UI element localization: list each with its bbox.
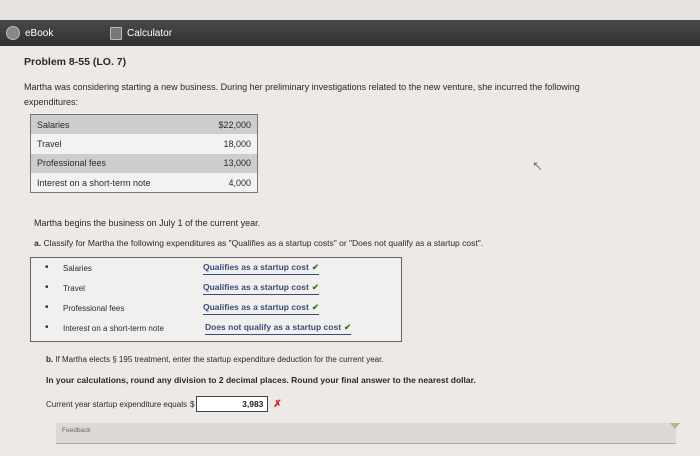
classification-box: • Salaries Qualifies as a startup cost ✔ … [30,257,402,342]
expenditure-amount: 4,000 [228,177,251,188]
cursor-icon: ⭦ [533,158,543,174]
table-row: Professional fees 13,000 [30,153,258,173]
expenditure-amount: 18,000 [223,138,251,149]
tab-ebook[interactable]: eBook [6,23,53,43]
business-start-text: Martha begins the business on July 1 of … [34,218,261,228]
bullet-icon: • [45,282,49,293]
incorrect-icon: ✗ [273,398,282,410]
table-row: Travel 18,000 [30,134,258,154]
answer-line: Current year startup expenditure equals … [46,396,282,412]
classification-row: • Interest on a short-term note Does not… [31,320,401,338]
classification-label: Travel [63,284,85,293]
feedback-toggle-icon[interactable] [670,423,680,429]
feedback-label: Feedback [62,427,91,434]
currency-symbol: $ [189,399,195,409]
part-b-text: If Martha elects § 195 treatment, enter … [55,355,384,364]
problem-title: Problem 8-55 (LO. 7) [24,56,127,68]
classification-answer: Qualifies as a startup cost [203,302,309,312]
part-a-prompt: a. Classify for Martha the following exp… [34,238,654,248]
classification-label: Salaries [63,264,92,273]
tab-bar: eBook Calculator [0,20,700,46]
classification-answer: Does not qualify as a startup cost [205,322,342,332]
classification-select[interactable]: Does not qualify as a startup cost ✔ [205,322,352,335]
classification-answer: Qualifies as a startup cost [203,282,309,292]
part-b-letter: b. [46,355,54,364]
classification-label: Professional fees [63,304,125,313]
answer-field-label: Current year startup expenditure equals [46,399,187,409]
tab-ebook-label: eBook [25,27,54,39]
expenditure-label: Interest on a short-term note [37,177,151,188]
table-row: Interest on a short-term note 4,000 [30,173,258,193]
tab-calculator[interactable]: Calculator [110,23,172,43]
tab-calculator-label: Calculator [127,27,173,39]
classification-select[interactable]: Qualifies as a startup cost ✔ [203,282,319,295]
expenditure-amount: 13,000 [223,158,251,169]
classification-row: • Professional fees Qualifies as a start… [31,300,401,318]
bullet-icon: • [45,302,49,313]
part-a-text: Classify for Martha the following expend… [43,238,484,248]
classification-select[interactable]: Qualifies as a startup cost ✔ [203,302,319,315]
check-icon: ✔ [311,262,319,272]
part-a-letter: a. [34,238,42,248]
classification-row: • Travel Qualifies as a startup cost ✔ [31,280,401,298]
classification-select[interactable]: Qualifies as a startup cost ✔ [203,262,319,275]
startup-deduction-input[interactable] [196,396,269,412]
classification-label: Interest on a short-term note [63,324,164,333]
expenditures-table: Salaries $22,000 Travel 18,000 Professio… [30,114,258,193]
expenditure-label: Salaries [37,119,70,130]
check-icon: ✔ [344,322,352,332]
problem-content: Problem 8-55 (LO. 7) Martha was consider… [0,46,700,456]
calculator-icon [110,26,122,40]
problem-intro: Martha was considering starting a new bu… [24,82,580,107]
expenditure-amount: $22,000 [218,119,251,130]
part-b-instructions: In your calculations, round any division… [46,375,476,385]
classification-row: • Salaries Qualifies as a startup cost ✔ [31,260,401,278]
classification-answer: Qualifies as a startup cost [203,262,309,272]
top-strip [0,0,700,20]
part-b-prompt: b. If Martha elects § 195 treatment, ent… [46,355,384,364]
check-icon: ✔ [311,302,319,312]
table-row: Salaries $22,000 [30,114,258,134]
feedback-bar[interactable]: Feedback [56,423,676,444]
expenditure-label: Travel [37,138,62,149]
bullet-icon: • [45,322,49,333]
bullet-icon: • [45,262,49,273]
ebook-icon [6,26,20,40]
expenditure-label: Professional fees [37,158,107,169]
check-icon: ✔ [311,282,319,292]
